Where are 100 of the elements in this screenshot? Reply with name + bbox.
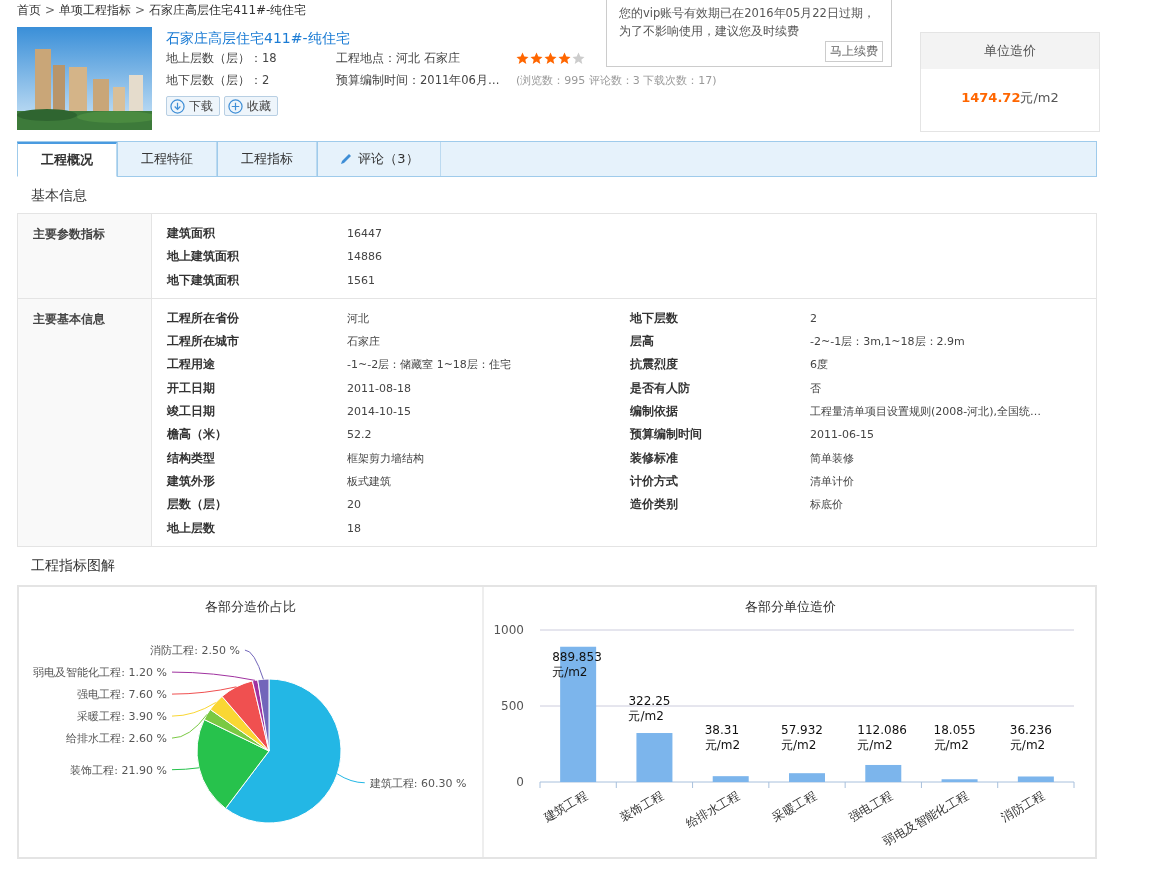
category-label: 建筑工程 xyxy=(541,788,590,825)
tab[interactable]: 工程概况 xyxy=(17,142,117,177)
bar xyxy=(865,764,902,782)
download-icon xyxy=(170,98,185,114)
data-label: 57.932 元/m2 xyxy=(781,722,823,752)
breadcrumb-link[interactable]: 石家庄高层住宅411#-纯住宅 xyxy=(149,1,307,19)
download-button[interactable]: 下载 xyxy=(166,96,220,116)
renew-button[interactable]: 马上续费 xyxy=(825,41,883,62)
field-value: -1~-2层：储藏室 1~18层：住宅 xyxy=(347,357,512,374)
tab[interactable]: 评论（3） xyxy=(317,142,441,176)
field-label: 工程用途 xyxy=(167,356,216,374)
field-label: 是否有人防 xyxy=(630,379,691,397)
price-unit: 元/m2 xyxy=(1020,89,1059,107)
field-label: 地上建筑面积 xyxy=(167,248,240,266)
chart-title: 各部分造价占比 xyxy=(204,598,296,614)
bar xyxy=(636,732,673,782)
field-value: 20 xyxy=(347,497,362,514)
field-value: 否 xyxy=(810,380,822,397)
slice-label: 弱电及智能化工程: 1.20 % xyxy=(33,665,167,679)
section-title: 基本信息 xyxy=(30,186,88,205)
field-value: 2011-08-18 xyxy=(347,380,412,397)
field-value: -2~-1层：3m,1~18层：2.9m xyxy=(810,334,966,351)
field-value: 石家庄 xyxy=(347,334,381,351)
leader-line xyxy=(171,686,237,695)
category-label: 给排水工程 xyxy=(683,788,743,831)
breadcrumb-separator: > xyxy=(45,3,56,17)
field-value: 2 xyxy=(810,310,818,327)
field-label: 计价方式 xyxy=(630,472,679,490)
field-label: 层数（层） xyxy=(167,496,228,514)
slice-label: 给排水工程: 2.60 % xyxy=(66,731,167,745)
group-label: 主要参数指标 xyxy=(18,214,152,298)
fact-text: 地上层数（层）：18 xyxy=(166,51,278,66)
field-label: 建筑外形 xyxy=(167,472,216,490)
field-label: 工程所在城市 xyxy=(167,333,240,351)
fact-text: 地下层数（层）：2 xyxy=(166,73,271,88)
project-title[interactable]: 石家庄高层住宅411#-纯住宅 xyxy=(166,30,350,46)
data-label: 38.31 元/m2 xyxy=(704,722,741,752)
data-label: 18.055 元/m2 xyxy=(933,722,976,752)
category-label: 装饰工程 xyxy=(617,788,666,825)
star-icon xyxy=(530,52,543,65)
axis-tick-label: 0 xyxy=(516,774,524,789)
axis-tick-label: 1000 xyxy=(493,622,524,637)
bar xyxy=(941,779,978,782)
notice-message: 您的vip账号有效期已在2016年05月22日过期，为了不影响使用，建议您及时续费 xyxy=(619,5,876,40)
field-value: 板式建筑 xyxy=(347,473,392,490)
leader-line xyxy=(171,767,200,771)
field-label: 造价类别 xyxy=(630,496,679,514)
pencil-icon xyxy=(339,152,354,166)
star-icon xyxy=(544,52,557,65)
price-value: 1474.72 xyxy=(961,90,1021,105)
breadcrumb-link[interactable]: 单项工程指标 xyxy=(59,1,132,19)
data-label: 322.25 元/m2 xyxy=(628,693,671,723)
field-value: 18 xyxy=(347,520,362,537)
field-value: 工程量清单项目设置规则(2008-河北),全国统… xyxy=(810,404,1043,421)
add-icon xyxy=(228,98,243,114)
category-label: 采暖工程 xyxy=(769,788,819,825)
data-label: 36.236 元/m2 xyxy=(1009,722,1052,752)
category-label: 消防工程 xyxy=(998,788,1048,825)
chart-title: 各部分单位造价 xyxy=(744,598,836,614)
star-icon xyxy=(572,52,585,65)
price-title: 单位造价 xyxy=(921,33,1099,69)
bar xyxy=(1017,776,1054,782)
breadcrumb-link[interactable]: 首页 xyxy=(17,1,41,19)
field-value: 1561 xyxy=(347,272,376,289)
star-icon xyxy=(516,52,529,65)
field-value: 52.2 xyxy=(347,427,373,444)
field-value: 2014-10-15 xyxy=(347,404,412,421)
bar xyxy=(712,776,749,782)
field-label: 抗震烈度 xyxy=(630,356,679,374)
field-value: 16447 xyxy=(347,226,383,242)
field-label: 开工日期 xyxy=(167,379,216,397)
field-value: 简单装修 xyxy=(810,450,855,467)
leader-line xyxy=(336,773,366,784)
field-label: 地上层数 xyxy=(167,519,216,537)
slice-label: 装饰工程: 21.90 % xyxy=(70,763,167,777)
breadcrumb-separator: > xyxy=(135,3,146,17)
field-value: 14886 xyxy=(347,249,383,266)
slice-label: 建筑工程: 60.30 % xyxy=(369,776,467,790)
category-label: 强电工程 xyxy=(846,788,895,825)
slice-label: 采暖工程: 3.90 % xyxy=(77,709,167,723)
fact-text: 工程地点：河北 石家庄 xyxy=(336,51,461,66)
stats-text: (浏览数：995 评论数：3 下载次数：17) xyxy=(516,73,717,88)
field-value: 标底价 xyxy=(810,497,844,514)
fact-text: 预算编制时间：2011年06月… xyxy=(336,73,501,88)
slice-label: 消防工程: 2.50 % xyxy=(150,643,240,657)
field-label: 结构类型 xyxy=(167,449,216,467)
section-title: 工程指标图解 xyxy=(30,555,116,575)
field-label: 竣工日期 xyxy=(167,403,216,421)
field-label: 层高 xyxy=(630,333,655,351)
data-label: 112.086 元/m2 xyxy=(857,722,907,752)
field-label: 建筑面积 xyxy=(167,225,216,242)
field-label: 地下层数 xyxy=(630,309,679,327)
axis-tick-label: 500 xyxy=(501,698,524,713)
tab[interactable]: 工程指标 xyxy=(217,142,317,176)
add-button[interactable]: 收藏 xyxy=(224,96,278,116)
field-label: 装修标准 xyxy=(630,449,679,467)
field-value: 河北 xyxy=(347,310,370,327)
slice-label: 强电工程: 7.60 % xyxy=(77,687,167,701)
tab[interactable]: 工程特征 xyxy=(117,142,217,176)
field-label: 编制依据 xyxy=(630,403,679,421)
